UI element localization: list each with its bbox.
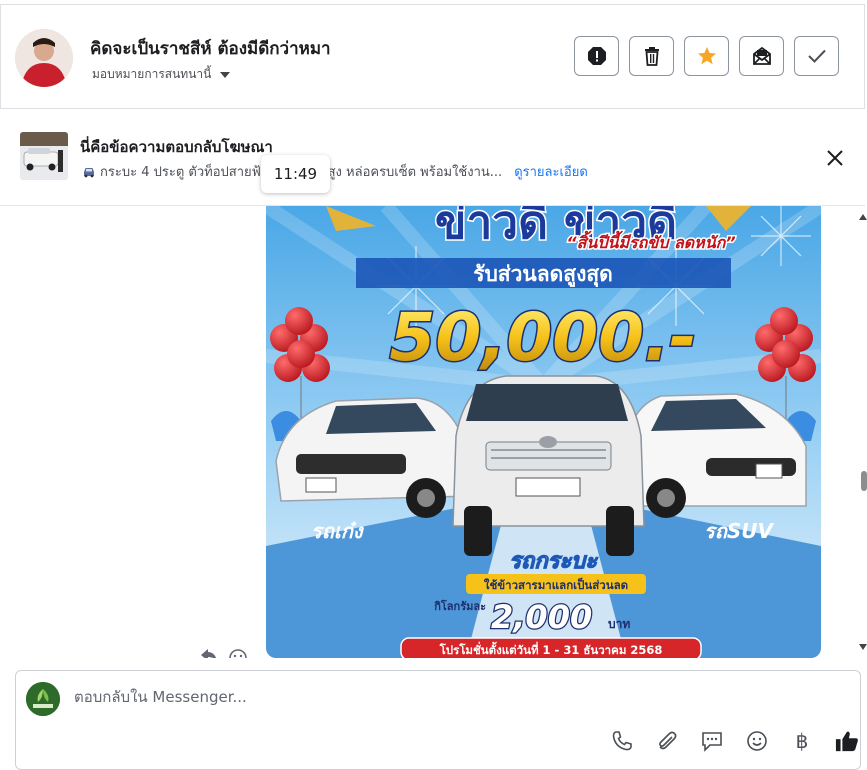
scroll-down-arrow[interactable] bbox=[858, 642, 867, 652]
scrollbar-thumb[interactable] bbox=[861, 471, 867, 491]
paperclip-icon bbox=[659, 731, 677, 750]
mark-done-button[interactable] bbox=[794, 36, 839, 76]
smiley-icon bbox=[747, 731, 767, 751]
ad-promo-dates: โปรโมชั่นตั้งแต่วันที่ 1 - 31 ธันวาคม 25… bbox=[439, 641, 663, 657]
contact-avatar[interactable] bbox=[15, 29, 73, 87]
ad-discount-label: รับส่วนลดสูงสุด bbox=[473, 262, 613, 288]
delete-button[interactable] bbox=[629, 36, 674, 76]
call-button[interactable] bbox=[610, 729, 634, 753]
ad-rice-label: ใช้ข้าวสารมาแลกเป็นส่วนลด bbox=[484, 577, 628, 592]
ad-reply-banner: นี่คือข้อความตอบกลับโฆษณา กระบะ 4 ประตู … bbox=[0, 110, 865, 206]
mark-spam-button[interactable] bbox=[574, 36, 619, 76]
ad-discount-amount: 50,000.- bbox=[389, 299, 696, 376]
ad-description-text: กระบะ 4 ประตู ตัวท็อปสายฟ้า bbox=[100, 165, 269, 180]
ad-rice-price-prefix: กิโลกรัมละ bbox=[434, 599, 486, 613]
suv-car bbox=[625, 393, 807, 518]
ad-thumbnail[interactable] bbox=[20, 132, 68, 180]
like-send-button[interactable] bbox=[835, 729, 859, 753]
message-timestamp-tooltip: 11:49 bbox=[261, 155, 330, 193]
reply-input[interactable] bbox=[72, 687, 676, 707]
caret-down-icon bbox=[220, 71, 231, 78]
star-icon bbox=[697, 47, 716, 65]
emoji-button[interactable] bbox=[745, 729, 769, 753]
message-actions bbox=[200, 648, 248, 658]
emoji-react-icon[interactable] bbox=[228, 648, 248, 658]
car-icon bbox=[84, 167, 94, 177]
payment-button[interactable]: ฿ bbox=[790, 729, 814, 753]
conversation-toolbar bbox=[574, 36, 839, 76]
contact-name: คิดจะเป็นราชสีห์ ต้องมีดีกว่าหมา bbox=[90, 39, 331, 59]
move-to-inbox-button[interactable] bbox=[739, 36, 784, 76]
ad-sedan-label: รถเก๋ง bbox=[311, 519, 365, 543]
scroll-up-arrow[interactable] bbox=[858, 212, 867, 222]
page-avatar bbox=[26, 682, 60, 716]
phone-icon bbox=[612, 731, 632, 751]
ad-suv-label: รถSUV bbox=[704, 519, 774, 543]
composer-actions: ฿ bbox=[610, 729, 859, 753]
ad-rice-price-unit: บาท bbox=[608, 617, 630, 631]
assign-label: มอบหมายการสนทนานี้ bbox=[92, 67, 212, 81]
ad-description: กระบะ 4 ประตู ตัวท็อปสายฟ้า ยกสูง หล่อคร… bbox=[82, 161, 588, 182]
ad-slogan: “สิ้นปีนี้มีรถขับ ลดหนัก” bbox=[566, 230, 735, 252]
view-details-link[interactable]: ดูรายละเอียด bbox=[514, 161, 588, 182]
conversation-header: คิดจะเป็นราชสีห์ ต้องมีดีกว่าหมา มอบหมาย… bbox=[0, 4, 865, 109]
envelope-open-icon bbox=[752, 46, 771, 65]
message-thread: ข่าวดี ข่าวดี “สิ้นปีนี้มีรถขับ ลดหนัก” … bbox=[0, 206, 867, 658]
ad-description-text-end: ยกสูง หล่อครบเซ็ต พร้อมใช้งาน... bbox=[312, 165, 503, 180]
ad-reply-title: นี่คือข้อความตอบกลับโฆษณา bbox=[80, 138, 273, 156]
exclamation-icon bbox=[587, 47, 606, 65]
assign-conversation-dropdown[interactable]: มอบหมายการสนทนานี้ bbox=[92, 65, 231, 84]
check-icon bbox=[807, 49, 826, 63]
ad-rice-price: 2,000 bbox=[491, 598, 592, 636]
reply-icon[interactable] bbox=[200, 648, 218, 658]
attach-button[interactable] bbox=[655, 729, 679, 753]
star-button[interactable] bbox=[684, 36, 729, 76]
ad-pickup-label: รถกระบะ bbox=[509, 549, 598, 574]
message-composer: ฿ bbox=[15, 670, 861, 770]
saved-replies-button[interactable] bbox=[700, 729, 724, 753]
ad-image-message[interactable]: ข่าวดี ข่าวดี “สิ้นปีนี้มีรถขับ ลดหนัก” … bbox=[266, 206, 821, 658]
close-icon[interactable] bbox=[824, 147, 846, 169]
baht-icon: ฿ bbox=[795, 729, 809, 753]
thumbs-up-icon bbox=[835, 731, 858, 752]
chat-bubble-icon bbox=[702, 732, 722, 752]
trash-icon bbox=[644, 47, 659, 66]
